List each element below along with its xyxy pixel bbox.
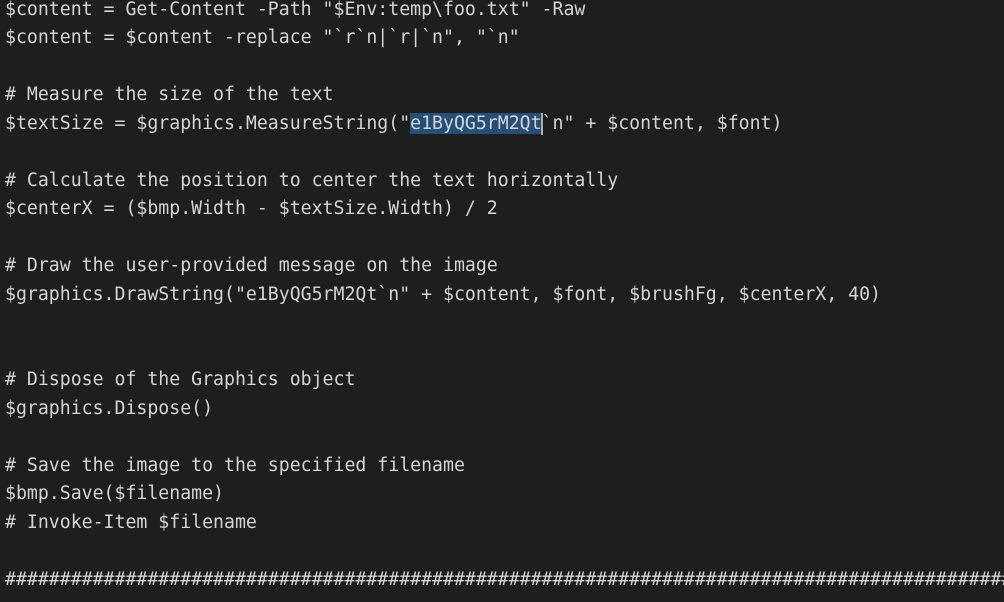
code-line-19[interactable]: # Invoke-Item $filename <box>5 509 257 537</box>
code-line-14[interactable]: # Dispose of the Graphics object <box>5 366 355 394</box>
code-line-2[interactable]: $content = $content -replace "`r`n|`r|`n… <box>5 24 520 52</box>
code-line-1[interactable]: $content = Get-Content -Path "$Env:temp\… <box>5 0 585 24</box>
code-line-18[interactable]: $bmp.Save($filename) <box>5 480 224 508</box>
code-line-17[interactable]: # Save the image to the specified filena… <box>5 452 465 480</box>
code-line-4[interactable]: # Measure the size of the text <box>5 81 334 109</box>
code-line-7[interactable]: # Calculate the position to center the t… <box>5 167 618 195</box>
code-line-10[interactable]: # Draw the user-provided message on the … <box>5 252 498 280</box>
code-text-before-selection: $textSize = $graphics.MeasureString(" <box>5 113 411 134</box>
code-line-15[interactable]: $graphics.Dispose() <box>5 395 213 423</box>
code-text-after-selection: `n" + $content, $font) <box>541 113 783 134</box>
text-selection[interactable]: e1ByQG5rM2Qt <box>410 113 542 134</box>
code-line-11[interactable]: $graphics.DrawString("e1ByQG5rM2Qt`n" + … <box>5 281 881 309</box>
code-line-8[interactable]: $centerX = ($bmp.Width - $textSize.Width… <box>5 195 498 223</box>
code-editor[interactable]: $content = Get-Content -Path "$Env:temp\… <box>0 0 1004 602</box>
code-line-5-selected-text-line[interactable]: $textSize = $graphics.MeasureString("e1B… <box>5 110 782 138</box>
code-line-21[interactable]: ########################################… <box>5 566 1004 594</box>
